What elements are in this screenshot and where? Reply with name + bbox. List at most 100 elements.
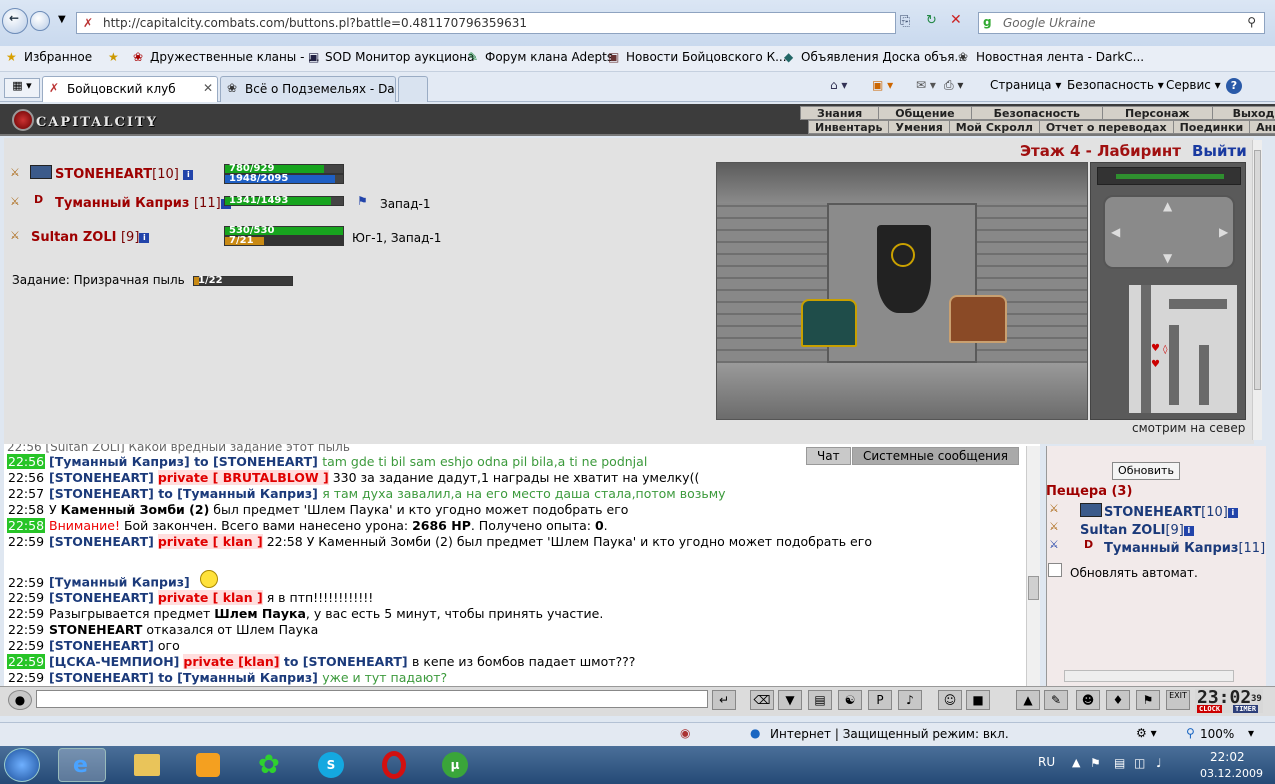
fighter-icon[interactable]: ☯	[838, 690, 862, 710]
search-icon[interactable]: ⚲	[1247, 15, 1256, 29]
tab-chat[interactable]: Чат	[806, 447, 851, 465]
dungeon-view[interactable]	[716, 162, 1088, 420]
menu-fights[interactable]: Поединки	[1174, 121, 1251, 134]
zoom-level[interactable]: 100%	[1200, 727, 1234, 741]
tray-expand-icon[interactable]: ▲	[1072, 756, 1080, 769]
taskbar-ie-icon[interactable]: e	[58, 748, 106, 782]
bookmark-6[interactable]: Новостная лента - DarkC...	[976, 50, 1144, 64]
privacy-icon[interactable]: ◉	[680, 726, 690, 740]
stop-icon[interactable]: ✕	[950, 12, 962, 28]
smiles-icon[interactable]: ☺	[938, 690, 962, 710]
history-dropdown-icon[interactable]: ▼	[58, 14, 66, 25]
location-hscrollbar[interactable]	[1064, 670, 1234, 682]
info-icon[interactable]: i	[1227, 507, 1238, 518]
chat-nick[interactable]: [STONEHEART]	[49, 470, 154, 485]
chat-private-tag[interactable]: private [ klan ]	[157, 590, 263, 605]
turn-left-icon[interactable]: ◀	[1111, 225, 1120, 239]
taskbar-explorer-icon[interactable]	[122, 748, 170, 782]
tab-system-messages[interactable]: Системные сообщения	[852, 447, 1019, 465]
forward-button[interactable]	[30, 11, 50, 31]
bookmark-1[interactable]: Дружественные кланы - ...	[150, 50, 320, 64]
filter-icon[interactable]: ▼	[778, 690, 802, 710]
menu-knowledge[interactable]: Знания	[801, 107, 880, 120]
menu-character[interactable]: Персонаж	[1103, 107, 1213, 120]
scroll-icon[interactable]: ✎	[1044, 690, 1068, 710]
menu-inventory[interactable]: Инвентарь	[809, 121, 890, 134]
party-member-name[interactable]: Туманный Каприз [11]i	[55, 196, 231, 211]
exit-dungeon-link[interactable]: Выйти	[1192, 142, 1247, 160]
private-icon[interactable]: P	[868, 690, 892, 710]
compat-view-icon[interactable]: ⎘	[900, 14, 910, 29]
mask-icon[interactable]: ☻	[1076, 690, 1100, 710]
protected-mode-icon[interactable]: ⚙ ▾	[1136, 726, 1157, 740]
add-favorite-icon[interactable]: ★	[108, 50, 119, 64]
tray-time[interactable]: 22:02	[1210, 750, 1245, 764]
refresh-icon[interactable]: ↻	[926, 13, 937, 28]
quick-tabs-button[interactable]: ▦ ▾	[4, 78, 40, 98]
search-input[interactable]: g Google Ukraine ⚲	[978, 12, 1265, 34]
safety-menu[interactable]: Безопасность ▾	[1067, 78, 1164, 92]
location-member[interactable]: Туманный Каприз[11]	[1104, 541, 1266, 556]
chat-nick[interactable]: [STONEHEART]	[49, 590, 154, 605]
menu-scroll[interactable]: Мой Скролл	[950, 121, 1040, 134]
new-tab-button[interactable]	[398, 76, 428, 102]
bookmark-2[interactable]: SOD Монитор аукциона	[325, 50, 474, 64]
help-icon[interactable]: ?	[1226, 78, 1242, 94]
page-menu[interactable]: Страница ▾	[990, 78, 1061, 92]
bookmark-3[interactable]: Форум клана Adepts	[485, 50, 613, 64]
turn-right-icon[interactable]: ▶	[1219, 225, 1228, 239]
chat-nick[interactable]: [STONEHEART]	[49, 534, 154, 549]
menu-security[interactable]: Безопасность	[972, 107, 1103, 120]
tray-volume-icon[interactable]: ♩	[1156, 756, 1162, 770]
tools-menu[interactable]: Сервис ▾	[1166, 78, 1221, 92]
info-icon[interactable]: i	[139, 232, 150, 243]
print-icon[interactable]: ⎙ ▾	[944, 78, 963, 93]
tray-device-icon[interactable]: ▤	[1114, 756, 1125, 770]
chat-nick[interactable]: [ЦСКА-ЧЕМПИОН]	[49, 654, 179, 669]
location-member[interactable]: STONEHEART[10] i	[1104, 505, 1238, 520]
bag-icon[interactable]: ▲	[1016, 690, 1040, 710]
info-icon[interactable]: i	[183, 169, 194, 180]
taskbar-media-icon[interactable]	[184, 748, 232, 782]
chest-left[interactable]	[801, 299, 857, 347]
eraser-icon[interactable]: ⌫	[750, 690, 774, 710]
bookmark-5[interactable]: Объявления Доска объя...	[801, 50, 966, 64]
location-member[interactable]: Sultan ZOLI[9] i	[1080, 523, 1194, 538]
menu-skills[interactable]: Умения	[889, 121, 950, 134]
taskbar-icq-icon[interactable]: ✿	[246, 748, 294, 782]
auto-refresh-checkbox[interactable]	[1048, 563, 1062, 577]
feeds-icon[interactable]: ▣ ▾	[872, 78, 893, 92]
bookmark-4[interactable]: Новости Бойцовского К...	[626, 50, 787, 64]
taskbar-utorrent-icon[interactable]: µ	[432, 748, 480, 782]
chat-private-tag[interactable]: private [ klan ]	[157, 534, 263, 549]
info-icon[interactable]: i	[1183, 525, 1194, 536]
tray-network-icon[interactable]: ◫	[1134, 756, 1145, 770]
menu-social[interactable]: Общение	[879, 107, 972, 120]
start-button[interactable]	[4, 748, 40, 782]
chat-scroll-thumb[interactable]	[1028, 576, 1039, 600]
scroll-thumb[interactable]	[1254, 150, 1261, 390]
language-indicator[interactable]: RU	[1038, 755, 1055, 769]
chat-private-tag[interactable]: private [klan]	[183, 654, 280, 669]
mail-icon[interactable]: ✉ ▾	[916, 78, 936, 92]
chat-nick[interactable]: [STONEHEART]	[49, 638, 154, 653]
refresh-button[interactable]: Обновить	[1112, 462, 1180, 480]
home-icon[interactable]: ⌂ ▾	[830, 78, 847, 92]
chest-right[interactable]	[949, 295, 1007, 343]
taskbar-opera-icon[interactable]	[370, 748, 418, 782]
party-member-name[interactable]: STONEHEART[10] i	[55, 167, 194, 182]
tab-dungeon[interactable]: ❀ Всё о Подземельях - Dark...	[220, 76, 396, 102]
chat-nick[interactable]: [STONEHEART]	[49, 486, 154, 501]
chat-mode-icon[interactable]: ●	[8, 690, 32, 710]
back-arrow-icon[interactable]: ▼	[1163, 251, 1172, 265]
exit-door-icon[interactable]: EXIT	[1166, 690, 1190, 710]
gift-icon[interactable]: ♦	[1106, 690, 1130, 710]
sound-icon[interactable]: ♪	[898, 690, 922, 710]
flag-icon[interactable]: ⚑	[1136, 690, 1160, 710]
chat-nick[interactable]: [STONEHEART]	[49, 670, 154, 685]
back-button[interactable]: ←	[2, 8, 28, 34]
menu-profile[interactable]: Анкета	[1250, 121, 1275, 134]
tab-close-icon[interactable]: ✕	[203, 81, 213, 95]
url-input[interactable]: ✗ http://capitalcity.combats.com/buttons.…	[76, 12, 896, 34]
forward-arrow-icon[interactable]: ▲	[1163, 199, 1172, 213]
